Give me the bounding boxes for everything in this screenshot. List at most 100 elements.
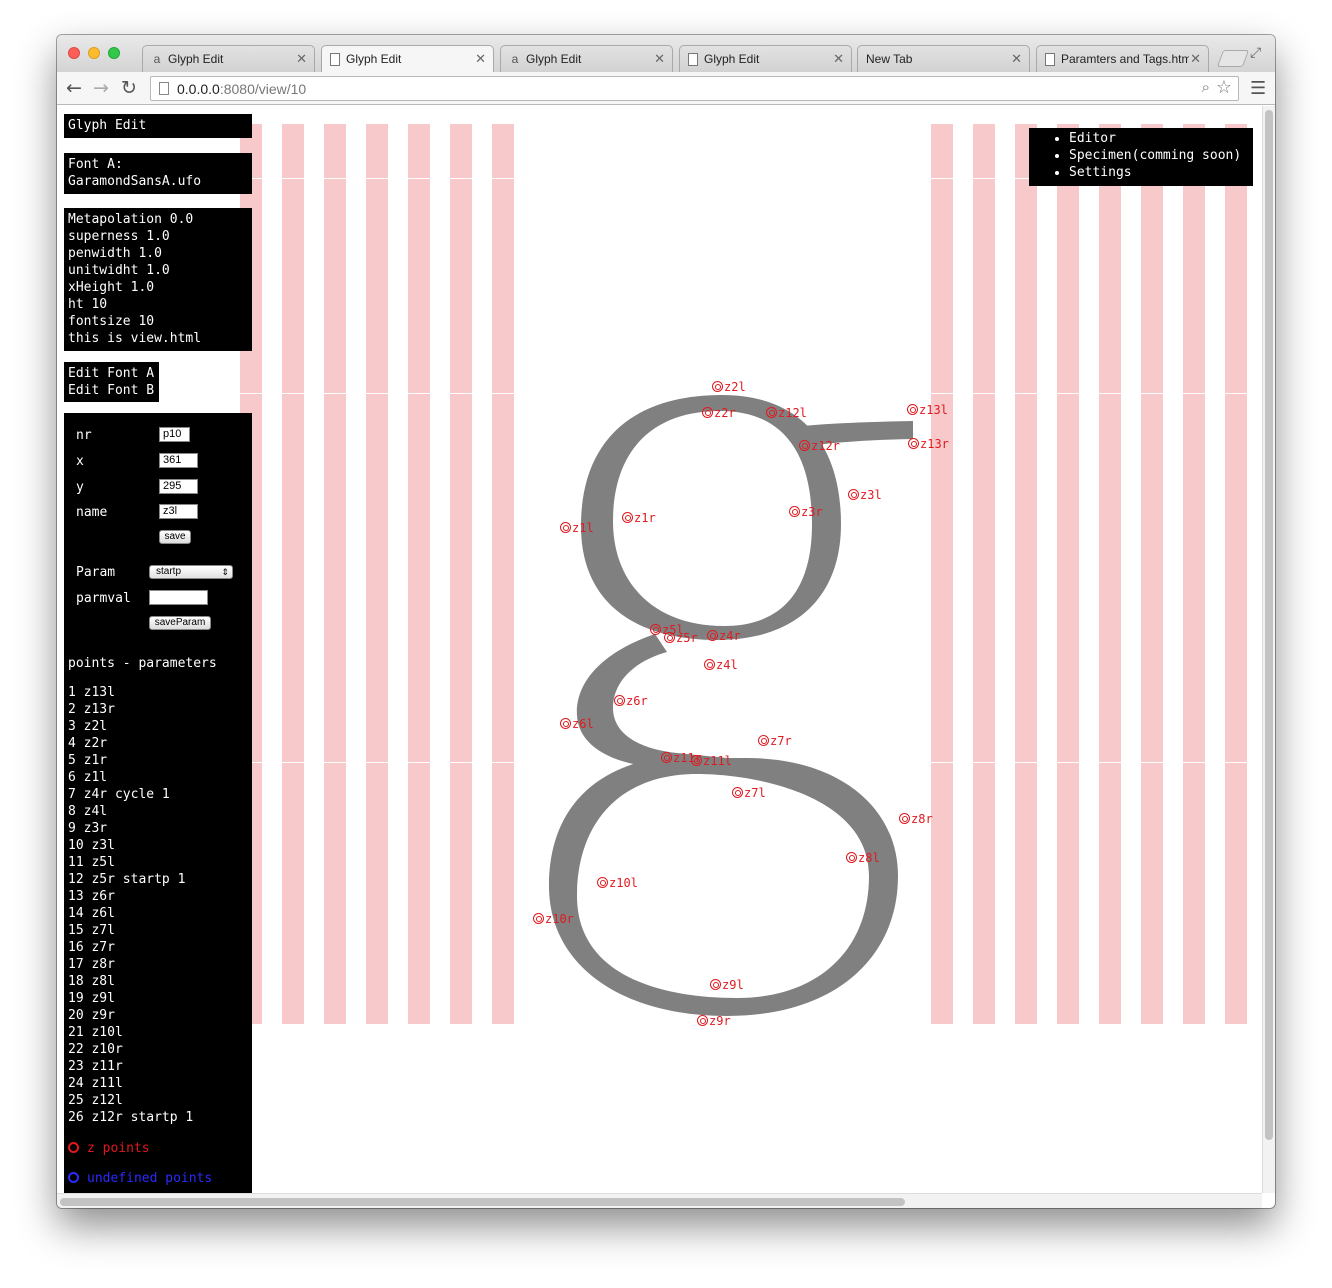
forward-arrow-icon[interactable]: → — [93, 77, 109, 99]
point-list-item[interactable]: 1 z13l — [68, 684, 193, 701]
vertical-scrollbar[interactable] — [1262, 106, 1275, 1193]
address-bar[interactable]: 0.0.0.0:8080/view/10 ⌕ ☆ — [150, 76, 1239, 101]
point-list-item[interactable]: 7 z4r cycle 1 — [68, 786, 193, 803]
point-z9l[interactable]: z9l — [710, 979, 744, 991]
point-list-item[interactable]: 19 z9l — [68, 990, 193, 1007]
point-list-item[interactable]: 17 z8r — [68, 956, 193, 973]
point-list-item[interactable]: 14 z6l — [68, 905, 193, 922]
point-list-item[interactable]: 5 z1r — [68, 752, 193, 769]
point-z2l[interactable]: z2l — [712, 381, 746, 393]
x-label: x — [76, 454, 84, 469]
point-z3r[interactable]: z3r — [789, 506, 823, 518]
point-z8r[interactable]: z8r — [899, 813, 933, 825]
edit-font-b-link[interactable]: Edit Font B — [68, 382, 155, 399]
back-arrow-icon[interactable]: ← — [66, 77, 82, 99]
menu-item-specimen[interactable]: Specimen(comming soon) — [1069, 147, 1253, 164]
edit-font-panel: Edit Font A Edit Font B — [64, 362, 159, 402]
browser-tab-1[interactable]: a Glyph Edit ✕ — [142, 45, 315, 72]
close-tab-icon[interactable]: ✕ — [1190, 51, 1201, 67]
save-button[interactable]: save — [159, 530, 191, 544]
point-z1r[interactable]: z1r — [622, 512, 656, 524]
point-list-item[interactable]: 12 z5r startp 1 — [68, 871, 193, 888]
x-input[interactable]: 361 — [159, 453, 198, 468]
point-list-item[interactable]: 26 z12r startp 1 — [68, 1109, 193, 1126]
close-tab-icon[interactable]: ✕ — [475, 51, 486, 67]
close-tab-icon[interactable]: ✕ — [296, 51, 307, 67]
browser-window: a Glyph Edit ✕ Glyph Edit ✕ a Glyph Edit… — [57, 35, 1275, 1208]
point-list-item[interactable]: 4 z2r — [68, 735, 193, 752]
zoom-window-button[interactable] — [108, 47, 120, 59]
magnifier-icon[interactable]: ⌕ — [1202, 79, 1210, 96]
new-tab-button[interactable] — [1216, 50, 1250, 67]
point-list-item[interactable]: 18 z8l — [68, 973, 193, 990]
page-viewport: z2l z2r z12l z13l z12r z13r z3l z1l z1r … — [57, 106, 1262, 1193]
y-label: y — [76, 480, 84, 495]
point-z6r[interactable]: z6r — [614, 695, 648, 707]
point-z13l[interactable]: z13l — [907, 404, 948, 416]
param-metapolation: Metapolation 0.0 — [68, 212, 194, 227]
browser-tab-3[interactable]: a Glyph Edit ✕ — [500, 45, 673, 72]
y-input[interactable]: 295 — [159, 479, 198, 494]
close-tab-icon[interactable]: ✕ — [833, 51, 844, 67]
point-z12r[interactable]: z12r — [799, 440, 840, 452]
param-select[interactable]: startp ⇕ — [149, 565, 233, 579]
browser-tab-6[interactable]: Paramters and Tags.htm ✕ — [1036, 45, 1209, 72]
point-z4r[interactable]: z4r — [707, 630, 741, 642]
close-window-button[interactable] — [68, 47, 80, 59]
browser-tab-2[interactable]: Glyph Edit ✕ — [321, 45, 494, 72]
point-z6l[interactable]: z6l — [560, 718, 594, 730]
point-z3l[interactable]: z3l — [848, 489, 882, 501]
point-list-item[interactable]: 20 z9r — [68, 1007, 193, 1024]
url-text: 0.0.0.0:8080/view/10 — [177, 81, 307, 97]
app-title-panel: Glyph Edit — [64, 114, 252, 138]
fullscreen-icon[interactable]: ⤢ — [1250, 45, 1261, 61]
points-heading: points - parameters — [68, 656, 217, 671]
hamburger-menu-icon[interactable]: ☰ — [1250, 78, 1266, 99]
point-list-item[interactable]: 16 z7r — [68, 939, 193, 956]
point-list-item[interactable]: 10 z3l — [68, 837, 193, 854]
point-list-item[interactable]: 9 z3r — [68, 820, 193, 837]
point-list-item[interactable]: 13 z6r — [68, 888, 193, 905]
tab-label: Glyph Edit — [526, 52, 582, 66]
parmval-input[interactable] — [149, 590, 208, 605]
point-z13r[interactable]: z13r — [908, 438, 949, 450]
point-z9r[interactable]: z9r — [697, 1015, 731, 1027]
close-tab-icon[interactable]: ✕ — [654, 51, 665, 67]
point-list-item[interactable]: 25 z12l — [68, 1092, 193, 1109]
close-tab-icon[interactable]: ✕ — [1011, 51, 1022, 67]
point-z8l[interactable]: z8l — [846, 852, 880, 864]
point-z11l[interactable]: z11l — [691, 755, 732, 767]
point-z10r[interactable]: z10r — [533, 913, 574, 925]
point-list-item[interactable]: 23 z11r — [68, 1058, 193, 1075]
menu-item-editor[interactable]: Editor — [1069, 130, 1253, 147]
horizontal-scrollbar[interactable] — [57, 1193, 1262, 1208]
point-z12l[interactable]: z12l — [766, 407, 807, 419]
point-z7r[interactable]: z7r — [758, 735, 792, 747]
point-z10l[interactable]: z10l — [597, 877, 638, 889]
point-list-item[interactable]: 11 z5l — [68, 854, 193, 871]
name-input[interactable]: z3l — [159, 504, 198, 519]
reload-icon[interactable]: ↻ — [121, 77, 137, 99]
edit-font-a-link[interactable]: Edit Font A — [68, 365, 155, 382]
point-list-item[interactable]: 3 z2l — [68, 718, 193, 735]
menu-item-settings[interactable]: Settings — [1069, 164, 1253, 181]
point-list-item[interactable]: 6 z1l — [68, 769, 193, 786]
save-param-button[interactable]: saveParam — [149, 616, 211, 630]
point-z4l[interactable]: z4l — [704, 659, 738, 671]
point-list-item[interactable]: 8 z4l — [68, 803, 193, 820]
point-z7l[interactable]: z7l — [732, 787, 766, 799]
point-list-item[interactable]: 2 z13r — [68, 701, 193, 718]
browser-tab-5[interactable]: New Tab ✕ — [857, 45, 1030, 72]
bookmark-star-icon[interactable]: ☆ — [1216, 77, 1232, 98]
minimize-window-button[interactable] — [88, 47, 100, 59]
point-list-item[interactable]: 21 z10l — [68, 1024, 193, 1041]
nr-input[interactable]: p10 — [159, 427, 190, 442]
point-list-item[interactable]: 22 z10r — [68, 1041, 193, 1058]
point-list-item[interactable]: 24 z11l — [68, 1075, 193, 1092]
font-info-panel: Font A: GaramondSansA.ufo — [64, 153, 252, 194]
point-z1l[interactable]: z1l — [560, 522, 594, 534]
point-list-item[interactable]: 15 z7l — [68, 922, 193, 939]
point-z5r[interactable]: z5r — [664, 632, 698, 644]
browser-tab-4[interactable]: Glyph Edit ✕ — [679, 45, 852, 72]
point-z2r[interactable]: z2r — [702, 407, 736, 419]
